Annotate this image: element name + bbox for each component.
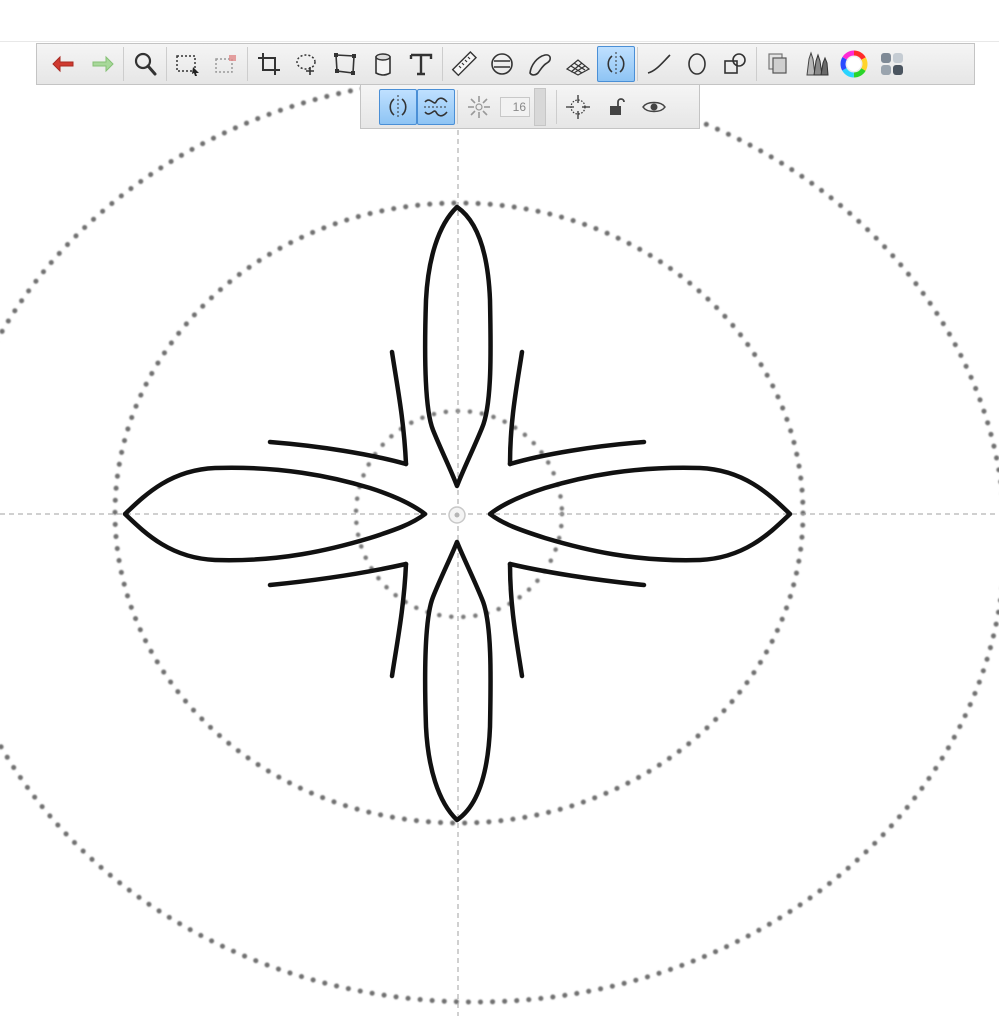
layers-icon: [768, 53, 787, 74]
wave-symmetry-button[interactable]: [417, 88, 455, 125]
visibility-button[interactable]: [635, 89, 673, 125]
ellipse-guide-button[interactable]: [483, 46, 521, 82]
crosshair-icon: [566, 94, 590, 119]
stroke-line-button[interactable]: [640, 46, 678, 82]
selection-icon: [176, 55, 199, 76]
undo-button[interactable]: [45, 46, 83, 82]
symmetry-icon: [607, 52, 625, 76]
palettes-icon: [881, 53, 903, 75]
toolbar-separator: [123, 47, 124, 81]
rotational-symmetry-icon: [468, 95, 490, 118]
perspective-grid-button[interactable]: [559, 46, 597, 82]
symmetry-toolbar: 16: [360, 85, 700, 129]
shapes-button[interactable]: [716, 46, 754, 82]
lasso-button[interactable]: [288, 46, 326, 82]
toolbar-separator: [457, 89, 458, 124]
transform-selection-button[interactable]: [207, 46, 245, 82]
wave-symmetry-icon: [424, 96, 448, 117]
sectors-stepper[interactable]: [534, 87, 546, 126]
top-divider: [0, 41, 999, 42]
perspective-grid-icon: [565, 59, 591, 76]
ellipse-guide-icon: [491, 53, 513, 75]
layers-button[interactable]: [759, 46, 797, 82]
text-icon: [409, 53, 433, 76]
zoom-button[interactable]: [126, 46, 164, 82]
ruler-button[interactable]: [445, 46, 483, 82]
toolbar-separator: [247, 47, 248, 81]
french-curve-button[interactable]: [521, 46, 559, 82]
outer-ellipse-guide: [0, 75, 999, 1005]
toolbar-separator: [556, 89, 557, 124]
color-wheel-icon: [840, 50, 868, 78]
toolbar-separator: [756, 47, 757, 81]
fill-bucket-button[interactable]: [364, 46, 402, 82]
crop-button[interactable]: [250, 46, 288, 82]
crop-icon: [258, 53, 280, 75]
undo-icon: [52, 55, 74, 73]
redo-icon: [92, 55, 114, 73]
zoom-icon: [134, 52, 157, 76]
toolbar-separator: [637, 47, 638, 81]
symmetry-center-button[interactable]: [559, 89, 597, 125]
color-wheel-button[interactable]: [835, 46, 873, 82]
brush-library-button[interactable]: [797, 46, 835, 82]
lasso-icon: [296, 54, 316, 75]
text-button[interactable]: [402, 46, 440, 82]
shapes-icon: [724, 53, 746, 74]
transform-selection-icon: [215, 55, 236, 73]
redo-button[interactable]: [83, 46, 121, 82]
french-curve-icon: [529, 54, 551, 76]
drawing-canvas[interactable]: [0, 0, 999, 1016]
eye-icon: [642, 101, 666, 112]
ruler-icon: [451, 50, 478, 77]
lock-button[interactable]: [597, 89, 635, 125]
ellipse-button[interactable]: [678, 46, 716, 82]
toolbar-separator: [166, 47, 167, 81]
brush-library-icon: [806, 51, 829, 76]
distort-icon: [334, 53, 356, 75]
symmetry-center-dot: [454, 512, 460, 518]
symmetry-button[interactable]: [597, 46, 635, 82]
stroke-line-icon: [647, 54, 671, 74]
fill-bucket-icon: [375, 53, 391, 76]
unlock-icon: [610, 97, 625, 115]
ellipse-icon: [688, 53, 706, 75]
selection-button[interactable]: [169, 46, 207, 82]
mirror-symmetry-button[interactable]: [379, 88, 417, 125]
mirror-symmetry-icon: [389, 94, 407, 119]
toolbar-separator: [442, 47, 443, 81]
palettes-button[interactable]: [873, 46, 911, 82]
rotational-symmetry-button[interactable]: [460, 89, 498, 125]
main-toolbar: [36, 43, 975, 85]
distort-button[interactable]: [326, 46, 364, 82]
sectors-field[interactable]: 16: [500, 96, 530, 117]
